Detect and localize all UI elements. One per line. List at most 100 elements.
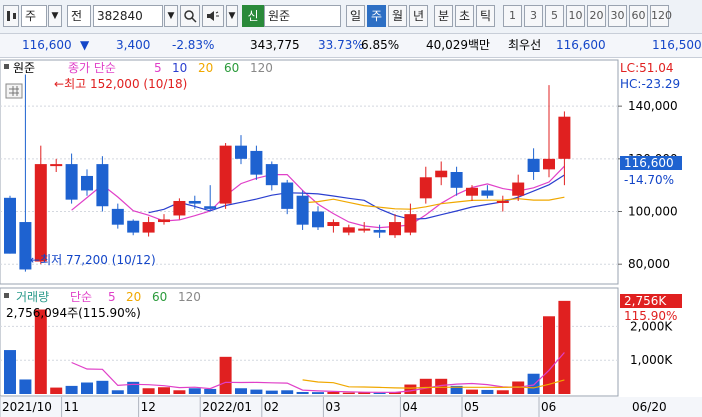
candle-body [558,116,571,159]
lc-label: LC:51.04 [620,61,673,75]
interval-tab-1[interactable]: 1 [503,5,522,27]
candle-body [419,177,432,199]
period-tab-4[interactable]: 분 [434,5,453,27]
turnover-rate: 6.85% [361,38,400,52]
interval-tab-5[interactable]: 5 [545,5,564,27]
volume: 343,775 [250,38,300,52]
volume-ma-label: 단순 [70,290,92,304]
time-axis-label: 04 [402,400,417,414]
volume-bar [219,356,232,394]
volume-bar [19,379,32,394]
volume-bar [404,384,417,394]
hc-label: HC:-23.29 [620,77,680,91]
period-tab-5[interactable]: 초 [455,5,474,27]
low-marker: ←최저 77,200 (10/12) [30,253,156,267]
candle-body [404,214,417,233]
period-tab-3[interactable]: 년 [409,5,428,27]
candle-body [250,150,263,175]
candle-body [265,164,278,186]
current-price-axis-label: 116,600 [624,156,674,170]
price-panel [0,59,619,285]
market-select[interactable]: 주 [21,5,47,27]
current-volume-rate: 115.90% [624,309,677,323]
candle-body [204,206,217,209]
code-dropdown-icon[interactable]: ▼ [164,5,178,27]
candle-body [142,222,155,233]
chart-toolbar: 주 ▼ 전 382840 ▼ ▼ 신 원준 일 주 월 년 분 초 틱 1 3 5 10 20 30 60… [0,0,702,34]
market-dropdown-icon[interactable]: ▼ [48,5,62,27]
down-arrow-icon: ▼ [80,38,90,52]
interval-tab-3[interactable]: 3 [524,5,543,27]
volume-bar [96,380,109,394]
candle-body [188,200,201,204]
volume-bar [543,316,555,394]
volume-bar [158,387,170,394]
candle-body [34,164,47,262]
volume-bar [312,392,324,394]
current-rate-axis-label: -14.70% [624,173,674,187]
volume-ma-period-60: 60 [152,290,167,304]
volume-bar [142,388,155,394]
search-icon[interactable] [180,5,200,27]
volume-bar [466,389,478,394]
volume-bar [496,390,509,394]
trade-value: 40,029백만 [426,38,491,52]
candle-body [173,200,186,216]
volume-bar [188,388,201,394]
volume-bar [527,373,540,394]
period-tab-1[interactable]: 주 [367,5,386,27]
candle-body [296,195,309,225]
price-panel-title: 원준 [13,61,35,75]
volume-bar [481,389,494,394]
speaker-dropdown-icon[interactable]: ▼ [226,5,238,27]
indicator-settings-icon[interactable] [5,83,23,99]
best-ask: 116,500 [652,38,702,52]
chart-window-icon[interactable] [3,5,19,27]
price-tick-label: 80,000 [628,257,670,271]
candle-body [219,145,232,204]
candle-body [450,172,463,188]
volume-bar [127,381,140,394]
period-tab-0[interactable]: 일 [346,5,365,27]
volume-tick-label: 1,000K [630,353,673,367]
candle-body [158,219,170,223]
price-change: 3,400 [116,38,151,52]
volume-bar [342,392,355,394]
interval-tab-30[interactable]: 30 [608,5,627,27]
stock-name-field[interactable]: 원준 [264,5,341,27]
time-axis-label: 06 [541,400,556,414]
time-axis-label: 03 [325,400,340,414]
current-price: 116,600 [22,38,72,52]
type-select[interactable]: 전 [67,5,91,27]
candle-body [81,175,93,191]
volume-bar [281,390,294,394]
price-tick-label: 100,000 [628,205,678,219]
period-tab-6[interactable]: 틱 [476,5,495,27]
interval-tab-10[interactable]: 10 [566,5,585,27]
high-label: 최고 152,000 (10/18) [64,77,187,91]
interval-tab-120[interactable]: 120 [650,5,672,27]
stock-chart[interactable]: 원준 종가 단순 5 10 20 60 120 ←최고 152,000 (10/18) … [0,58,702,417]
volume-bar [250,389,263,394]
volume-bar [4,350,16,394]
candle-body [327,222,340,226]
candle-body [373,229,386,233]
candle-body [435,170,448,178]
volume-panel [0,287,619,397]
candle-body [96,164,109,207]
ma-period-10: 10 [172,61,187,75]
period-tab-2[interactable]: 월 [388,5,407,27]
speaker-icon[interactable] [202,5,224,27]
volume-ma-period-5: 5 [108,290,116,304]
volume-bar [419,378,432,394]
best-bid: 116,600 [556,38,606,52]
interval-tab-60[interactable]: 60 [629,5,648,27]
ma-period-60: 60 [224,61,239,75]
candle-body [127,220,140,233]
interval-tab-20[interactable]: 20 [587,5,606,27]
candle-body [312,211,324,228]
volume-bar [34,309,47,394]
candle-body [496,200,509,203]
candle-body [235,145,247,159]
stock-code-input[interactable]: 382840 [93,5,163,27]
